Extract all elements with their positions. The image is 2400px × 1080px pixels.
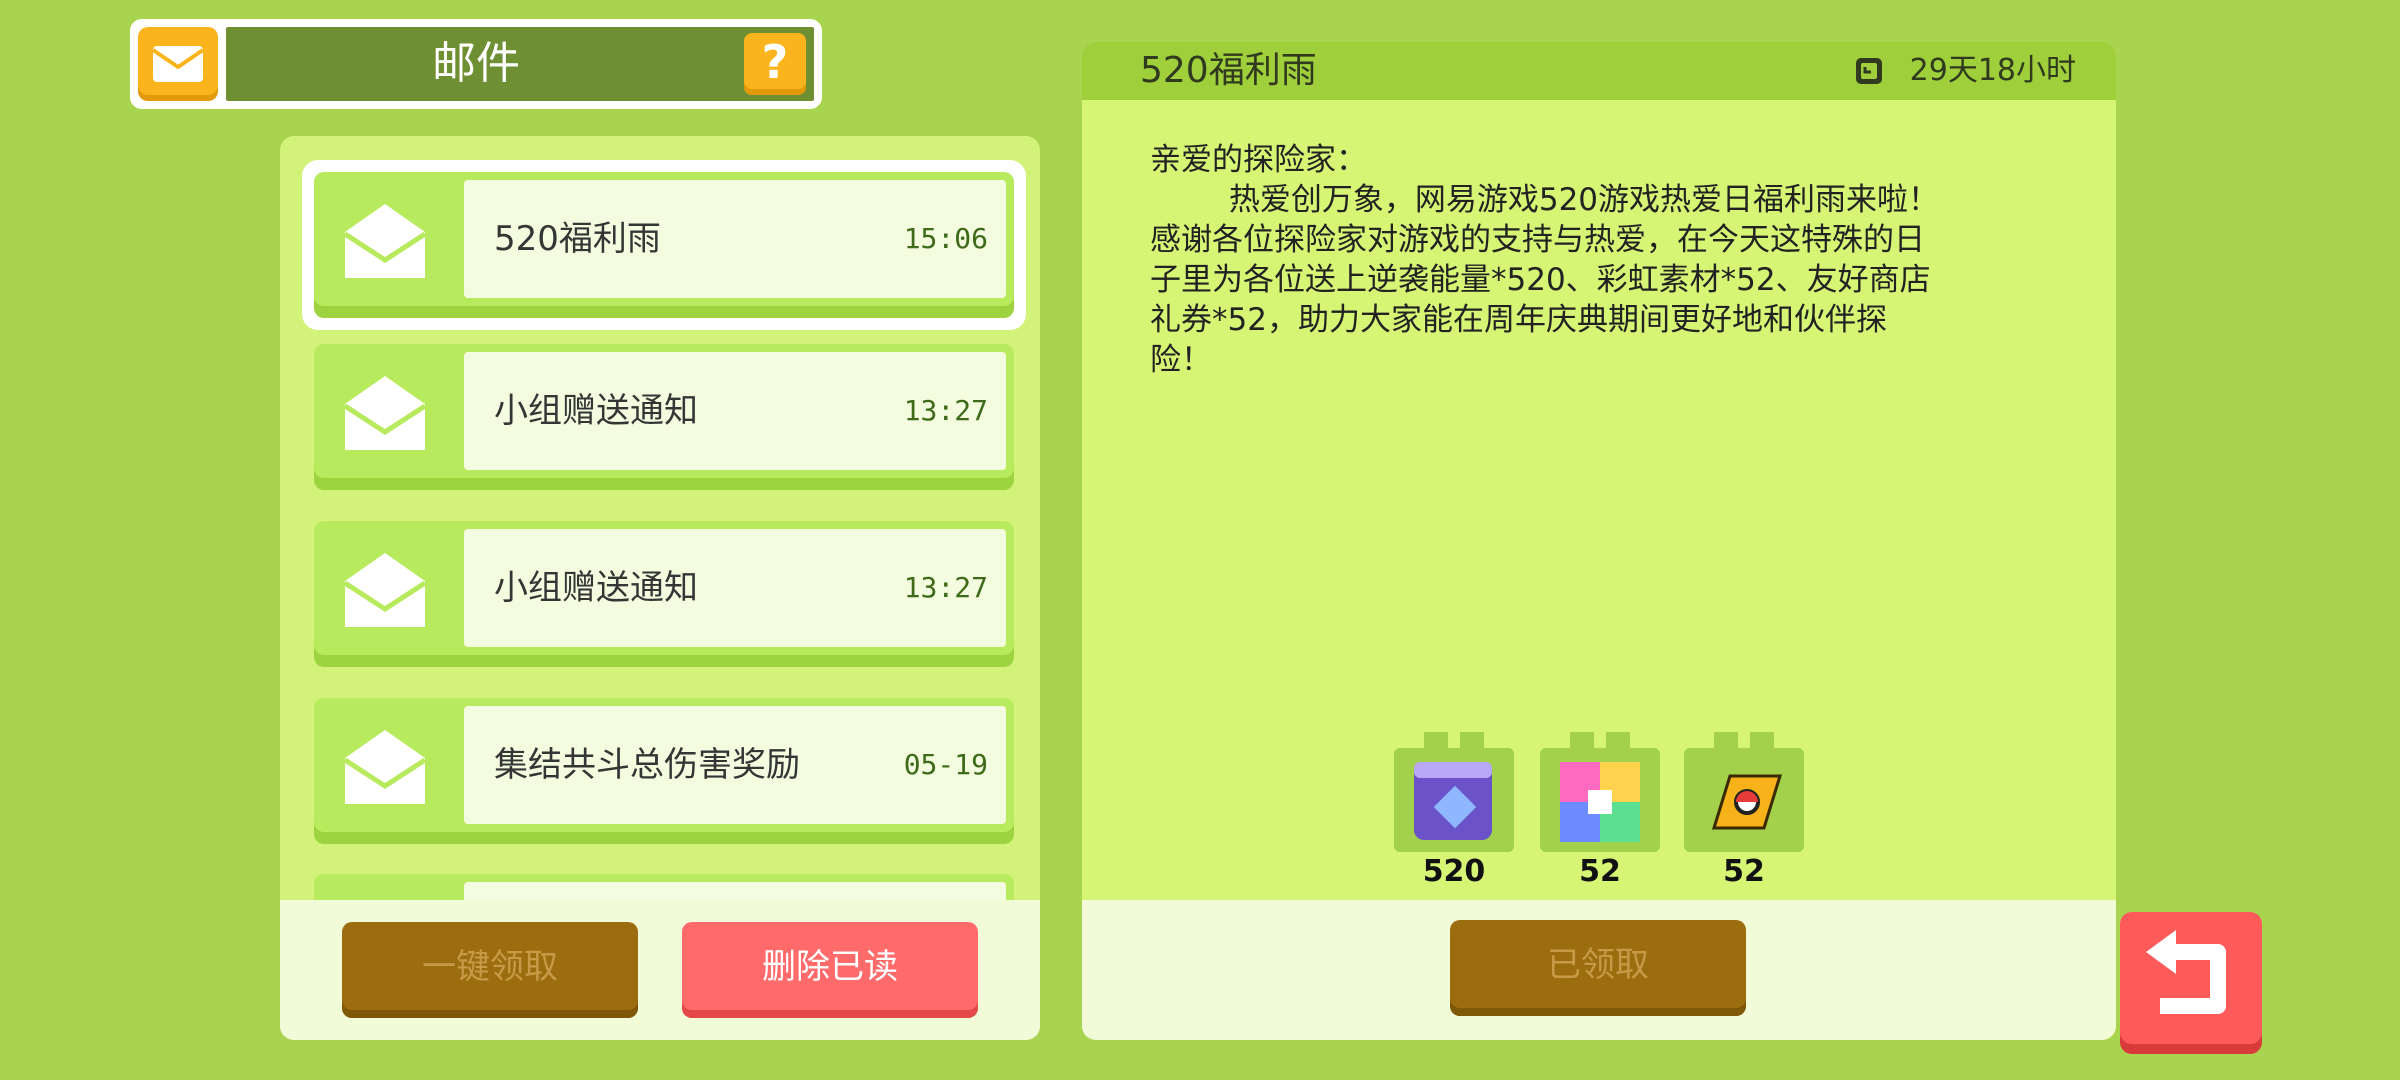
remaining-time: 29天18小时 [1909,53,2076,88]
mail-list-panel: 520福利雨 15:06 小组赠送通知 13:27 小组赠送通知 13:27 集… [280,136,1040,1040]
open-envelope-icon [343,553,427,627]
mail-time: 13:27 [903,394,988,427]
delete-read-button[interactable]: 删除已读 [682,922,978,1018]
detail-title: 520福利雨 [1140,50,1317,91]
reward-count: 52 [1579,854,1621,889]
rainbow-material-icon [1540,732,1660,852]
mail-subject: 小组赠送通知 [494,391,698,431]
purple-cube-icon [1394,732,1514,852]
mail-item[interactable]: 小组赠送通知 13:27 [314,521,1014,667]
mail-body: 亲爱的探险家： 热爱创万象，网易游戏520游戏热爱日福利雨来啦！ 感谢各位探险家… [1150,142,1940,378]
page-title: 邮件 [432,38,520,89]
mail-subject: 集结共斗总伤害奖励 [494,745,800,785]
question-icon: ? [761,35,789,89]
return-arrow-icon [2146,930,2226,1014]
mail-header: 邮件 ? [130,19,822,109]
reward-count: 520 [1422,854,1486,889]
reward-item[interactable]: 520 [1394,732,1514,889]
help-button[interactable]: ? [744,33,806,95]
timer-icon [1856,58,1882,84]
open-envelope-icon [343,730,427,804]
mail-item[interactable]: 小组赠送通知 13:27 [314,344,1014,490]
shop-ticket-icon [1684,732,1804,852]
mail-time: 05-19 [903,748,988,781]
claimed-button[interactable]: 已领取 [1450,920,1746,1016]
mail-item[interactable]: 520福利雨 15:06 [302,160,1026,330]
mail-item[interactable]: 集结共斗总伤害奖励 05-19 [314,698,1014,844]
mail-time: 13:27 [903,571,988,604]
open-envelope-icon [343,204,427,278]
mail-tab-button[interactable] [138,27,218,101]
mail-subject: 小组赠送通知 [494,568,698,608]
back-button[interactable] [2120,912,2262,1054]
mail-detail-panel: 520福利雨 29天18小时 亲爱的探险家： 热爱创万象，网易游戏520游戏热爱… [1082,42,2116,1040]
open-envelope-icon [343,376,427,450]
reward-count: 52 [1723,854,1765,889]
reward-item[interactable]: 52 [1684,732,1804,889]
claim-all-button[interactable]: 一键领取 [342,922,638,1018]
mail-time: 15:06 [903,222,988,255]
detail-header: 520福利雨 29天18小时 [1082,42,2116,100]
reward-item[interactable]: 52 [1540,732,1660,889]
mail-subject: 520福利雨 [494,219,661,259]
envelope-icon [151,46,205,82]
